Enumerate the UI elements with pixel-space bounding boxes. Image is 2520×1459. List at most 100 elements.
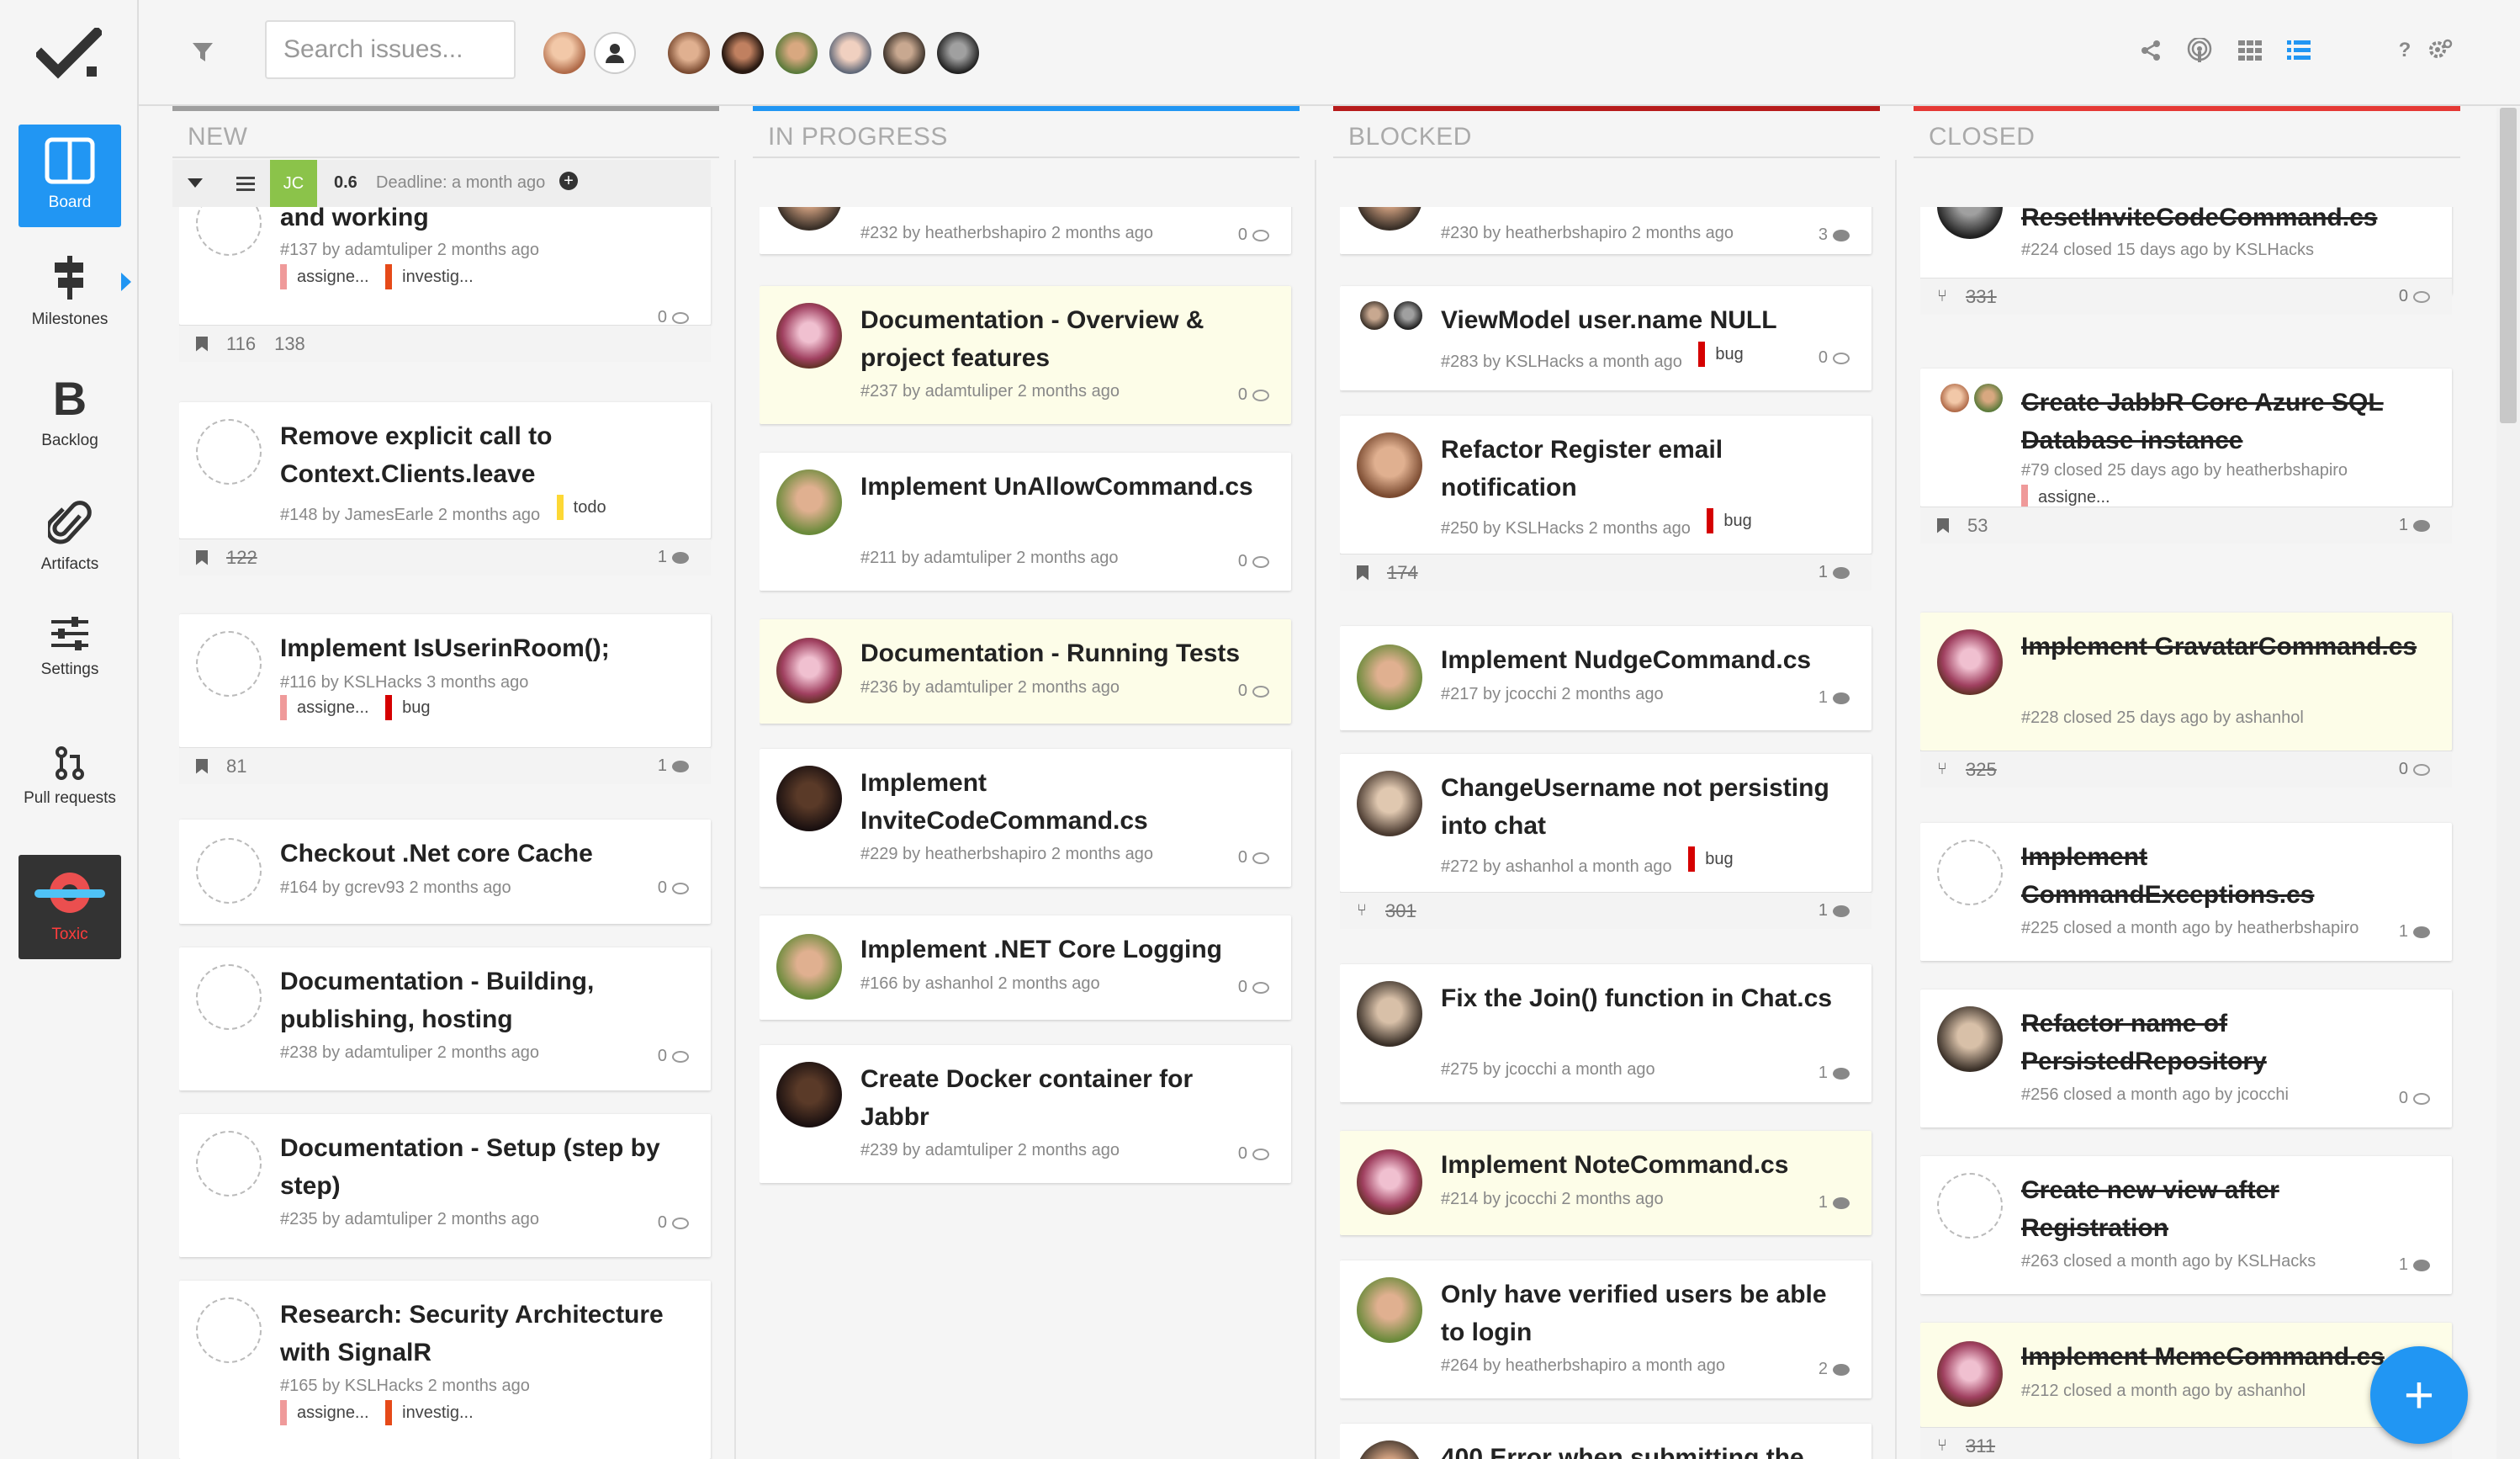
- assignee-avatar[interactable]: [776, 207, 842, 231]
- comment-count[interactable]: 0: [1238, 552, 1269, 571]
- comment-count[interactable]: 0: [1238, 978, 1269, 997]
- comment-count[interactable]: 0: [658, 878, 689, 898]
- nav-pull-requests[interactable]: Pull requests: [19, 730, 121, 826]
- issue-card[interactable]: Documentation - Running Tests #236 by ad…: [760, 619, 1291, 724]
- issue-card[interactable]: Documentation - Setup (step by step) #23…: [179, 1114, 711, 1257]
- filter-icon[interactable]: [191, 40, 214, 64]
- nav-milestones[interactable]: Milestones: [19, 251, 121, 335]
- issue-card[interactable]: Create JabbR Core Azure SQL Database ins…: [1920, 369, 2452, 544]
- assignee-avatar[interactable]: [1394, 301, 1422, 330]
- comment-count[interactable]: 3: [1819, 225, 1850, 245]
- assignee-avatar[interactable]: [1937, 1006, 2003, 1072]
- issue-card[interactable]: #230 by heatherbshapiro 2 months ago 3: [1340, 207, 1871, 254]
- scrollbar-thumb[interactable]: [2500, 108, 2517, 423]
- settings-icon[interactable]: [2427, 37, 2454, 64]
- assignee-avatar[interactable]: [776, 303, 842, 369]
- comment-count[interactable]: 0: [2399, 760, 2430, 779]
- issue-card[interactable]: Checkout .Net core Cache #164 by gcrev93…: [179, 820, 711, 924]
- milestone-initials[interactable]: JC: [270, 160, 317, 207]
- avatar[interactable]: [776, 32, 818, 74]
- issue-card[interactable]: Implement NoteCommand.cs #214 by jcocchi…: [1340, 1131, 1871, 1235]
- help-icon[interactable]: ?: [2391, 37, 2418, 64]
- issue-card[interactable]: Implement IsUserinRoom(); #116 by KSLHac…: [179, 614, 711, 784]
- tag[interactable]: bug: [385, 695, 431, 720]
- comment-count[interactable]: 0: [1238, 848, 1269, 867]
- assignee-avatar[interactable]: [1937, 629, 2003, 695]
- assignee-avatar[interactable]: [1357, 981, 1422, 1047]
- grid-view-icon[interactable]: [2237, 37, 2263, 64]
- avatar[interactable]: [722, 32, 764, 74]
- unassigned-avatar[interactable]: [1937, 1173, 2003, 1239]
- unassigned-avatar[interactable]: [196, 631, 262, 697]
- comment-count[interactable]: 1: [658, 548, 689, 567]
- assignee-avatar[interactable]: [1940, 384, 1969, 412]
- assignee-avatar[interactable]: [776, 934, 842, 1000]
- avatar[interactable]: [668, 32, 710, 74]
- issue-card[interactable]: ResetInviteCodeCommand.cs #224 closed 15…: [1920, 207, 2452, 315]
- issue-card[interactable]: Implement CommandExceptions.cs #225 clos…: [1920, 823, 2452, 961]
- comment-count[interactable]: 0: [1238, 1144, 1269, 1164]
- issue-card[interactable]: Create Docker container for Jabbr #239 b…: [760, 1045, 1291, 1183]
- issue-card[interactable]: #232 by heatherbshapiro 2 months ago 0: [760, 207, 1291, 254]
- comment-count[interactable]: 1: [1819, 901, 1850, 920]
- comment-count[interactable]: 0: [1238, 385, 1269, 405]
- avatar[interactable]: [829, 32, 871, 74]
- comment-count[interactable]: 1: [658, 756, 689, 776]
- issue-card[interactable]: Fix the Join() function in Chat.cs #275 …: [1340, 964, 1871, 1102]
- assignee-avatar[interactable]: [776, 470, 842, 535]
- avatar[interactable]: [883, 32, 925, 74]
- tag[interactable]: assigne...: [280, 264, 369, 289]
- add-circle-icon[interactable]: +: [559, 172, 578, 190]
- issue-card[interactable]: Research: Security Architecture with Sig…: [179, 1281, 711, 1459]
- comment-count[interactable]: 0: [1238, 225, 1269, 245]
- comment-count[interactable]: 0: [2399, 1089, 2430, 1108]
- unassigned-avatar[interactable]: [196, 1297, 262, 1363]
- tag[interactable]: investig...: [385, 1400, 474, 1425]
- scrollbar[interactable]: [2496, 108, 2520, 1459]
- issue-card[interactable]: Only have verified users be able to logi…: [1340, 1260, 1871, 1398]
- avatar[interactable]: [937, 32, 979, 74]
- comment-count[interactable]: 1: [1819, 1193, 1850, 1212]
- comment-count[interactable]: 0: [1819, 348, 1850, 368]
- issue-card[interactable]: Implement InviteCodeCommand.cs #229 by h…: [760, 749, 1291, 887]
- assignee-avatar[interactable]: [1360, 301, 1389, 330]
- comment-count[interactable]: 0: [1238, 682, 1269, 701]
- assignee-avatar[interactable]: [1357, 432, 1422, 498]
- issue-card[interactable]: Implement .NET Core Logging #166 by asha…: [760, 915, 1291, 1020]
- assignee-avatar[interactable]: [1357, 1149, 1422, 1215]
- issue-card[interactable]: Implement GravatarCommand.cs #228 closed…: [1920, 613, 2452, 788]
- search-input[interactable]: Search issues...: [265, 20, 516, 79]
- unassigned-avatar[interactable]: [196, 1131, 262, 1196]
- menu-icon[interactable]: [236, 175, 255, 192]
- assignee-avatar[interactable]: [1357, 1277, 1422, 1343]
- issue-card[interactable]: ChangeUsername not persisting into chat …: [1340, 754, 1871, 929]
- app-logo[interactable]: [0, 0, 139, 108]
- comment-count[interactable]: 2: [1819, 1360, 1850, 1379]
- assignee-avatar[interactable]: [776, 638, 842, 703]
- assignee-avatar[interactable]: [1937, 207, 2003, 239]
- add-issue-button[interactable]: +: [2370, 1346, 2468, 1444]
- unassigned-avatar[interactable]: [196, 419, 262, 485]
- assignee-avatar[interactable]: [1937, 1341, 2003, 1407]
- unassigned-avatar[interactable]: [594, 32, 636, 74]
- unassigned-avatar[interactable]: [1937, 840, 2003, 905]
- nav-toxic[interactable]: Toxic: [19, 855, 121, 959]
- unassigned-avatar[interactable]: [196, 964, 262, 1030]
- tag[interactable]: assigne...: [280, 695, 369, 720]
- issue-card[interactable]: ViewModel user.name NULL #283 by KSLHack…: [1340, 286, 1871, 390]
- share-icon[interactable]: [2137, 37, 2164, 64]
- tag[interactable]: bug: [1698, 342, 1744, 367]
- issue-card[interactable]: Refactor name of PersistedRepository #25…: [1920, 989, 2452, 1127]
- comment-count[interactable]: 0: [658, 1213, 689, 1233]
- assignee-avatar[interactable]: [1974, 384, 2003, 412]
- comment-count[interactable]: 1: [2399, 922, 2430, 942]
- tag[interactable]: bug: [1688, 846, 1734, 872]
- nav-board[interactable]: Board: [19, 125, 121, 227]
- chevron-down-icon[interactable]: [188, 178, 203, 188]
- comment-count[interactable]: 0: [2399, 287, 2430, 306]
- tag[interactable]: bug: [1707, 508, 1752, 533]
- tag[interactable]: todo: [556, 495, 606, 520]
- unassigned-avatar[interactable]: [196, 207, 262, 256]
- issue-card[interactable]: and working #137 by adamtuliper 2 months…: [179, 207, 711, 362]
- nav-settings[interactable]: Settings: [19, 611, 121, 687]
